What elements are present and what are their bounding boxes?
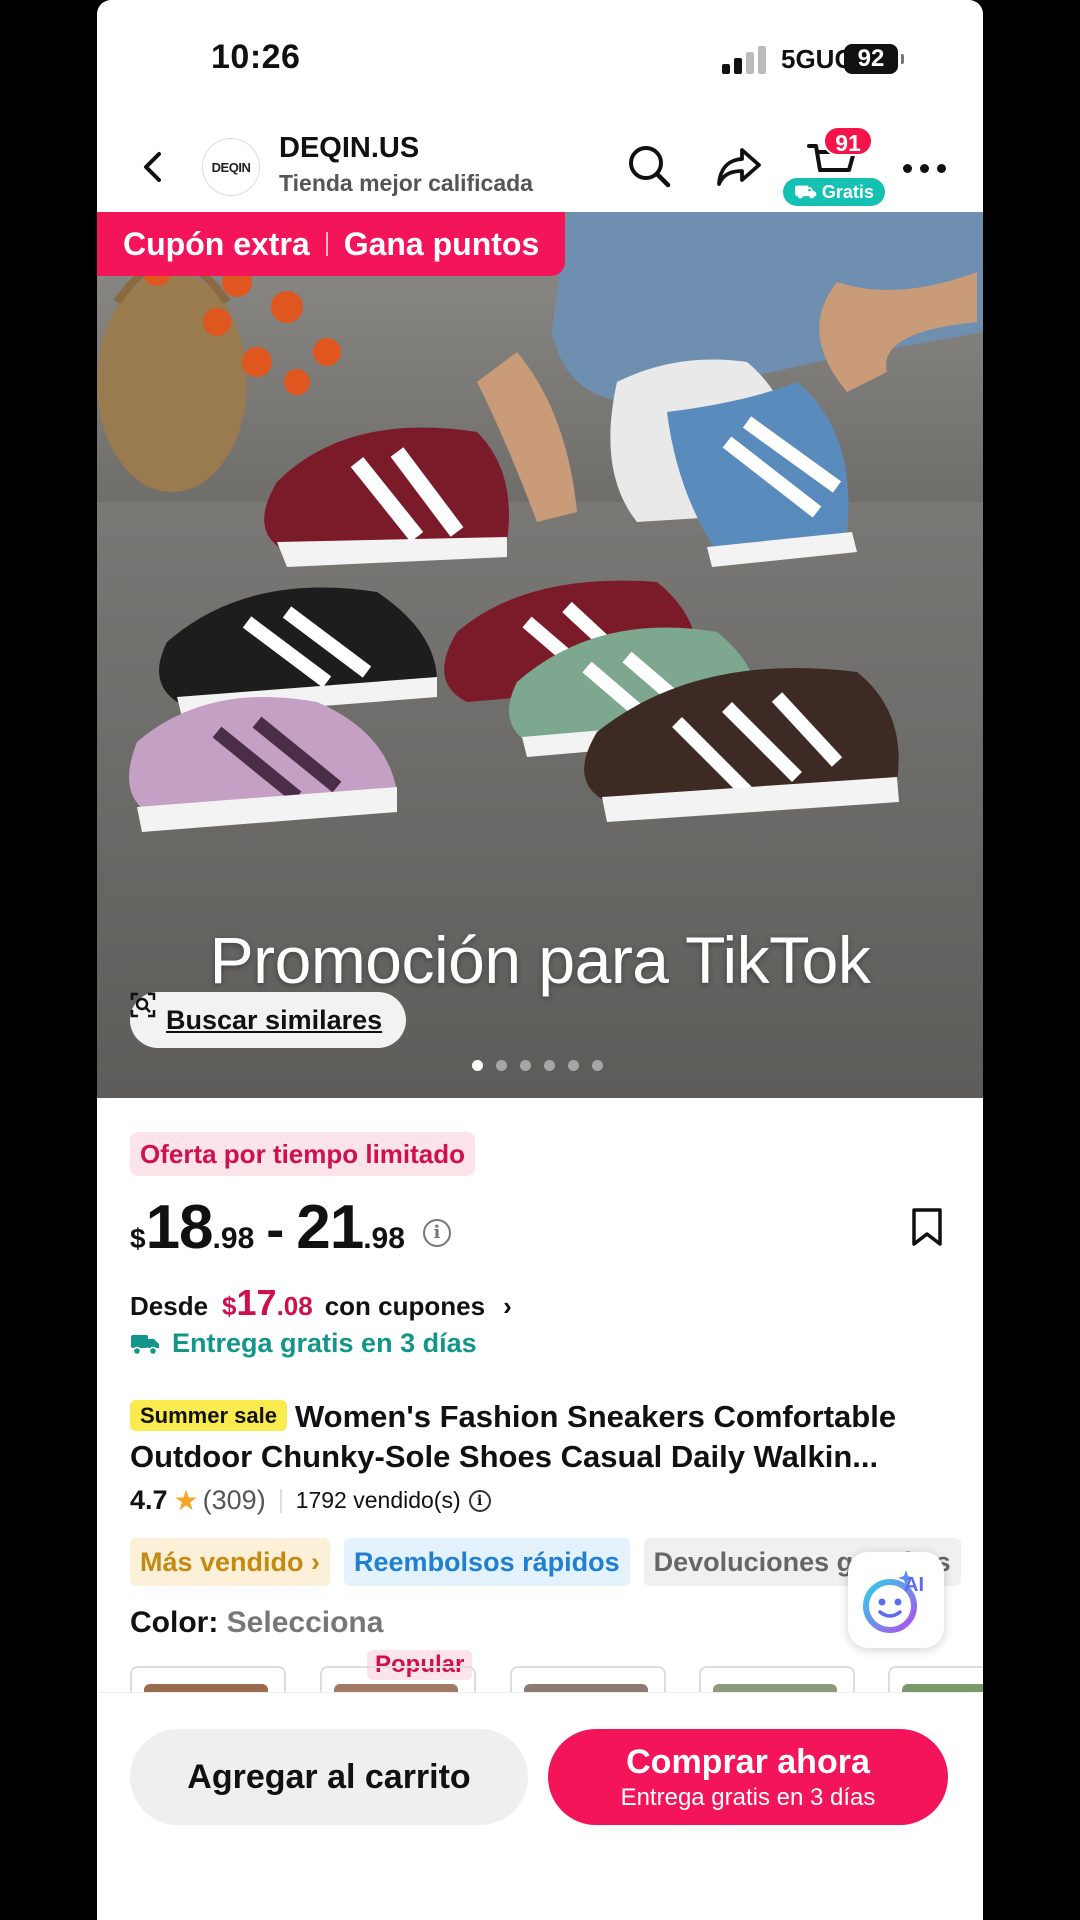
color-swatch[interactable] (320, 1666, 476, 1694)
store-header: DEQIN DEQIN.US Tienda mejor calificada 9… (97, 120, 983, 212)
color-swatch[interactable] (510, 1666, 666, 1694)
buy-now-label: Comprar ahora (626, 1742, 870, 1781)
price-max-whole: 21 (296, 1193, 364, 1262)
chip-label: Más vendido (140, 1547, 304, 1577)
truck-icon (131, 1334, 159, 1355)
chip-fast-refunds[interactable]: Reembolsos rápidos (344, 1538, 630, 1586)
status-time: 10:26 (211, 38, 301, 76)
carousel-dot[interactable] (568, 1060, 579, 1071)
chip-label: Reembolsos rápidos (354, 1547, 620, 1577)
buy-now-sublabel: Entrega gratis en 3 días (620, 1783, 876, 1811)
review-count: (309) (202, 1485, 266, 1515)
chevron-right-icon: › (503, 1291, 512, 1321)
color-swatch[interactable] (130, 1666, 286, 1694)
price-min-whole: 18 (145, 1193, 214, 1262)
store-logo-text: DEQIN (211, 159, 251, 175)
cart-count-badge: 91 (823, 126, 873, 156)
add-to-cart-label: Agregar al carrito (187, 1757, 471, 1796)
cart-free-label: Gratis (821, 182, 874, 202)
back-icon[interactable] (137, 150, 171, 184)
points-label: Gana puntos (343, 225, 540, 262)
image-search-icon (130, 992, 156, 1018)
coupon-price-whole: 17 (236, 1282, 277, 1323)
price-currency: $ (130, 1223, 146, 1254)
carousel-dot[interactable] (472, 1060, 483, 1071)
ai-assistant-icon (863, 1570, 917, 1633)
battery-level: 92 (857, 45, 885, 72)
product-image-carousel[interactable]: Cupón extra Gana puntos Promoción para T… (97, 212, 983, 1098)
free-delivery-info: Entrega gratis en 3 días (130, 1328, 477, 1359)
carousel-indicator (472, 1060, 603, 1072)
price-info-icon[interactable]: i (422, 1219, 451, 1247)
coupon-price: $17.08 (222, 1282, 313, 1323)
star-icon: ★ (173, 1485, 199, 1516)
chip-best-seller[interactable]: Más vendido › (130, 1538, 331, 1586)
ai-assistant-button[interactable]: AI (848, 1552, 944, 1648)
signal-icon (722, 46, 768, 74)
color-value: Selecciona (226, 1606, 384, 1639)
status-bar: 10:26 5GUC 92 (97, 0, 983, 120)
store-name[interactable]: DEQIN.US (279, 132, 419, 165)
store-logo[interactable]: DEQIN (202, 138, 260, 196)
add-to-cart-button[interactable]: Agregar al carrito (130, 1729, 528, 1825)
sold-count: 1792 vendido(s) (295, 1487, 461, 1513)
coupon-divider (325, 232, 328, 256)
color-swatches (130, 1666, 983, 1694)
color-swatch[interactable] (699, 1666, 855, 1694)
battery-icon: 92 (844, 44, 904, 74)
search-similar-label: Buscar similares (166, 1004, 383, 1035)
price-max-decimal: .98 (363, 1222, 405, 1255)
rating-row[interactable]: 4.7 ★ (309) 1792 vendido(s) i (130, 1484, 491, 1517)
divider (279, 1488, 282, 1513)
price-min-decimal: .98 (212, 1222, 255, 1255)
price-separator: - (266, 1200, 285, 1260)
share-icon[interactable] (716, 144, 762, 188)
promo-overlay-text: Promoción para TikTok (209, 923, 871, 997)
ai-label: AI (904, 1574, 924, 1596)
coupon-label: Cupón extra (123, 225, 310, 262)
search-icon[interactable] (627, 144, 671, 188)
from-label: Desde (130, 1291, 209, 1321)
search-similar-button[interactable]: Buscar similares (130, 992, 407, 1048)
network-label: 5GUC (781, 44, 854, 74)
app-screen: 10:26 5GUC 92 DEQIN DEQIN.US Tienda mejo… (97, 0, 983, 1920)
bookmark-icon[interactable] (911, 1207, 943, 1247)
more-icon[interactable] (903, 164, 947, 174)
carousel-dot[interactable] (544, 1060, 555, 1071)
coupon-banner[interactable]: Cupón extra Gana puntos (97, 212, 566, 276)
limited-offer-badge: Oferta por tiempo limitado (130, 1132, 476, 1176)
rating-value: 4.7 (130, 1485, 168, 1515)
bottom-action-bar: Agregar al carrito Comprar ahora Entrega… (97, 1692, 983, 1920)
coupon-price-row[interactable]: Desde $17.08 con cupones › (130, 1282, 512, 1324)
carousel-dot[interactable] (520, 1060, 531, 1071)
cart-free-badge: ⛟ Gratis (783, 178, 885, 206)
summer-sale-tag: Summer sale (130, 1400, 287, 1431)
buy-now-button[interactable]: Comprar ahora Entrega gratis en 3 días (548, 1729, 948, 1825)
price-range: $18.98-21.98 i (130, 1192, 451, 1263)
carousel-dot[interactable] (592, 1060, 603, 1071)
coupon-price-decimal: .08 (276, 1291, 313, 1321)
coupon-suffix: con cupones (324, 1291, 486, 1321)
coupon-price-currency: $ (222, 1291, 237, 1321)
sold-info-icon[interactable]: i (468, 1489, 491, 1512)
color-label: Color: (130, 1606, 219, 1639)
carousel-dot[interactable] (496, 1060, 507, 1071)
color-swatch[interactable] (888, 1666, 983, 1694)
color-selector-label[interactable]: Color: Selecciona (130, 1606, 383, 1640)
delivery-text: Entrega gratis en 3 días (172, 1328, 477, 1358)
product-title[interactable]: Summer sale Women's Fashion Sneakers Comf… (130, 1396, 960, 1477)
store-subtitle: Tienda mejor calificada (279, 170, 533, 196)
